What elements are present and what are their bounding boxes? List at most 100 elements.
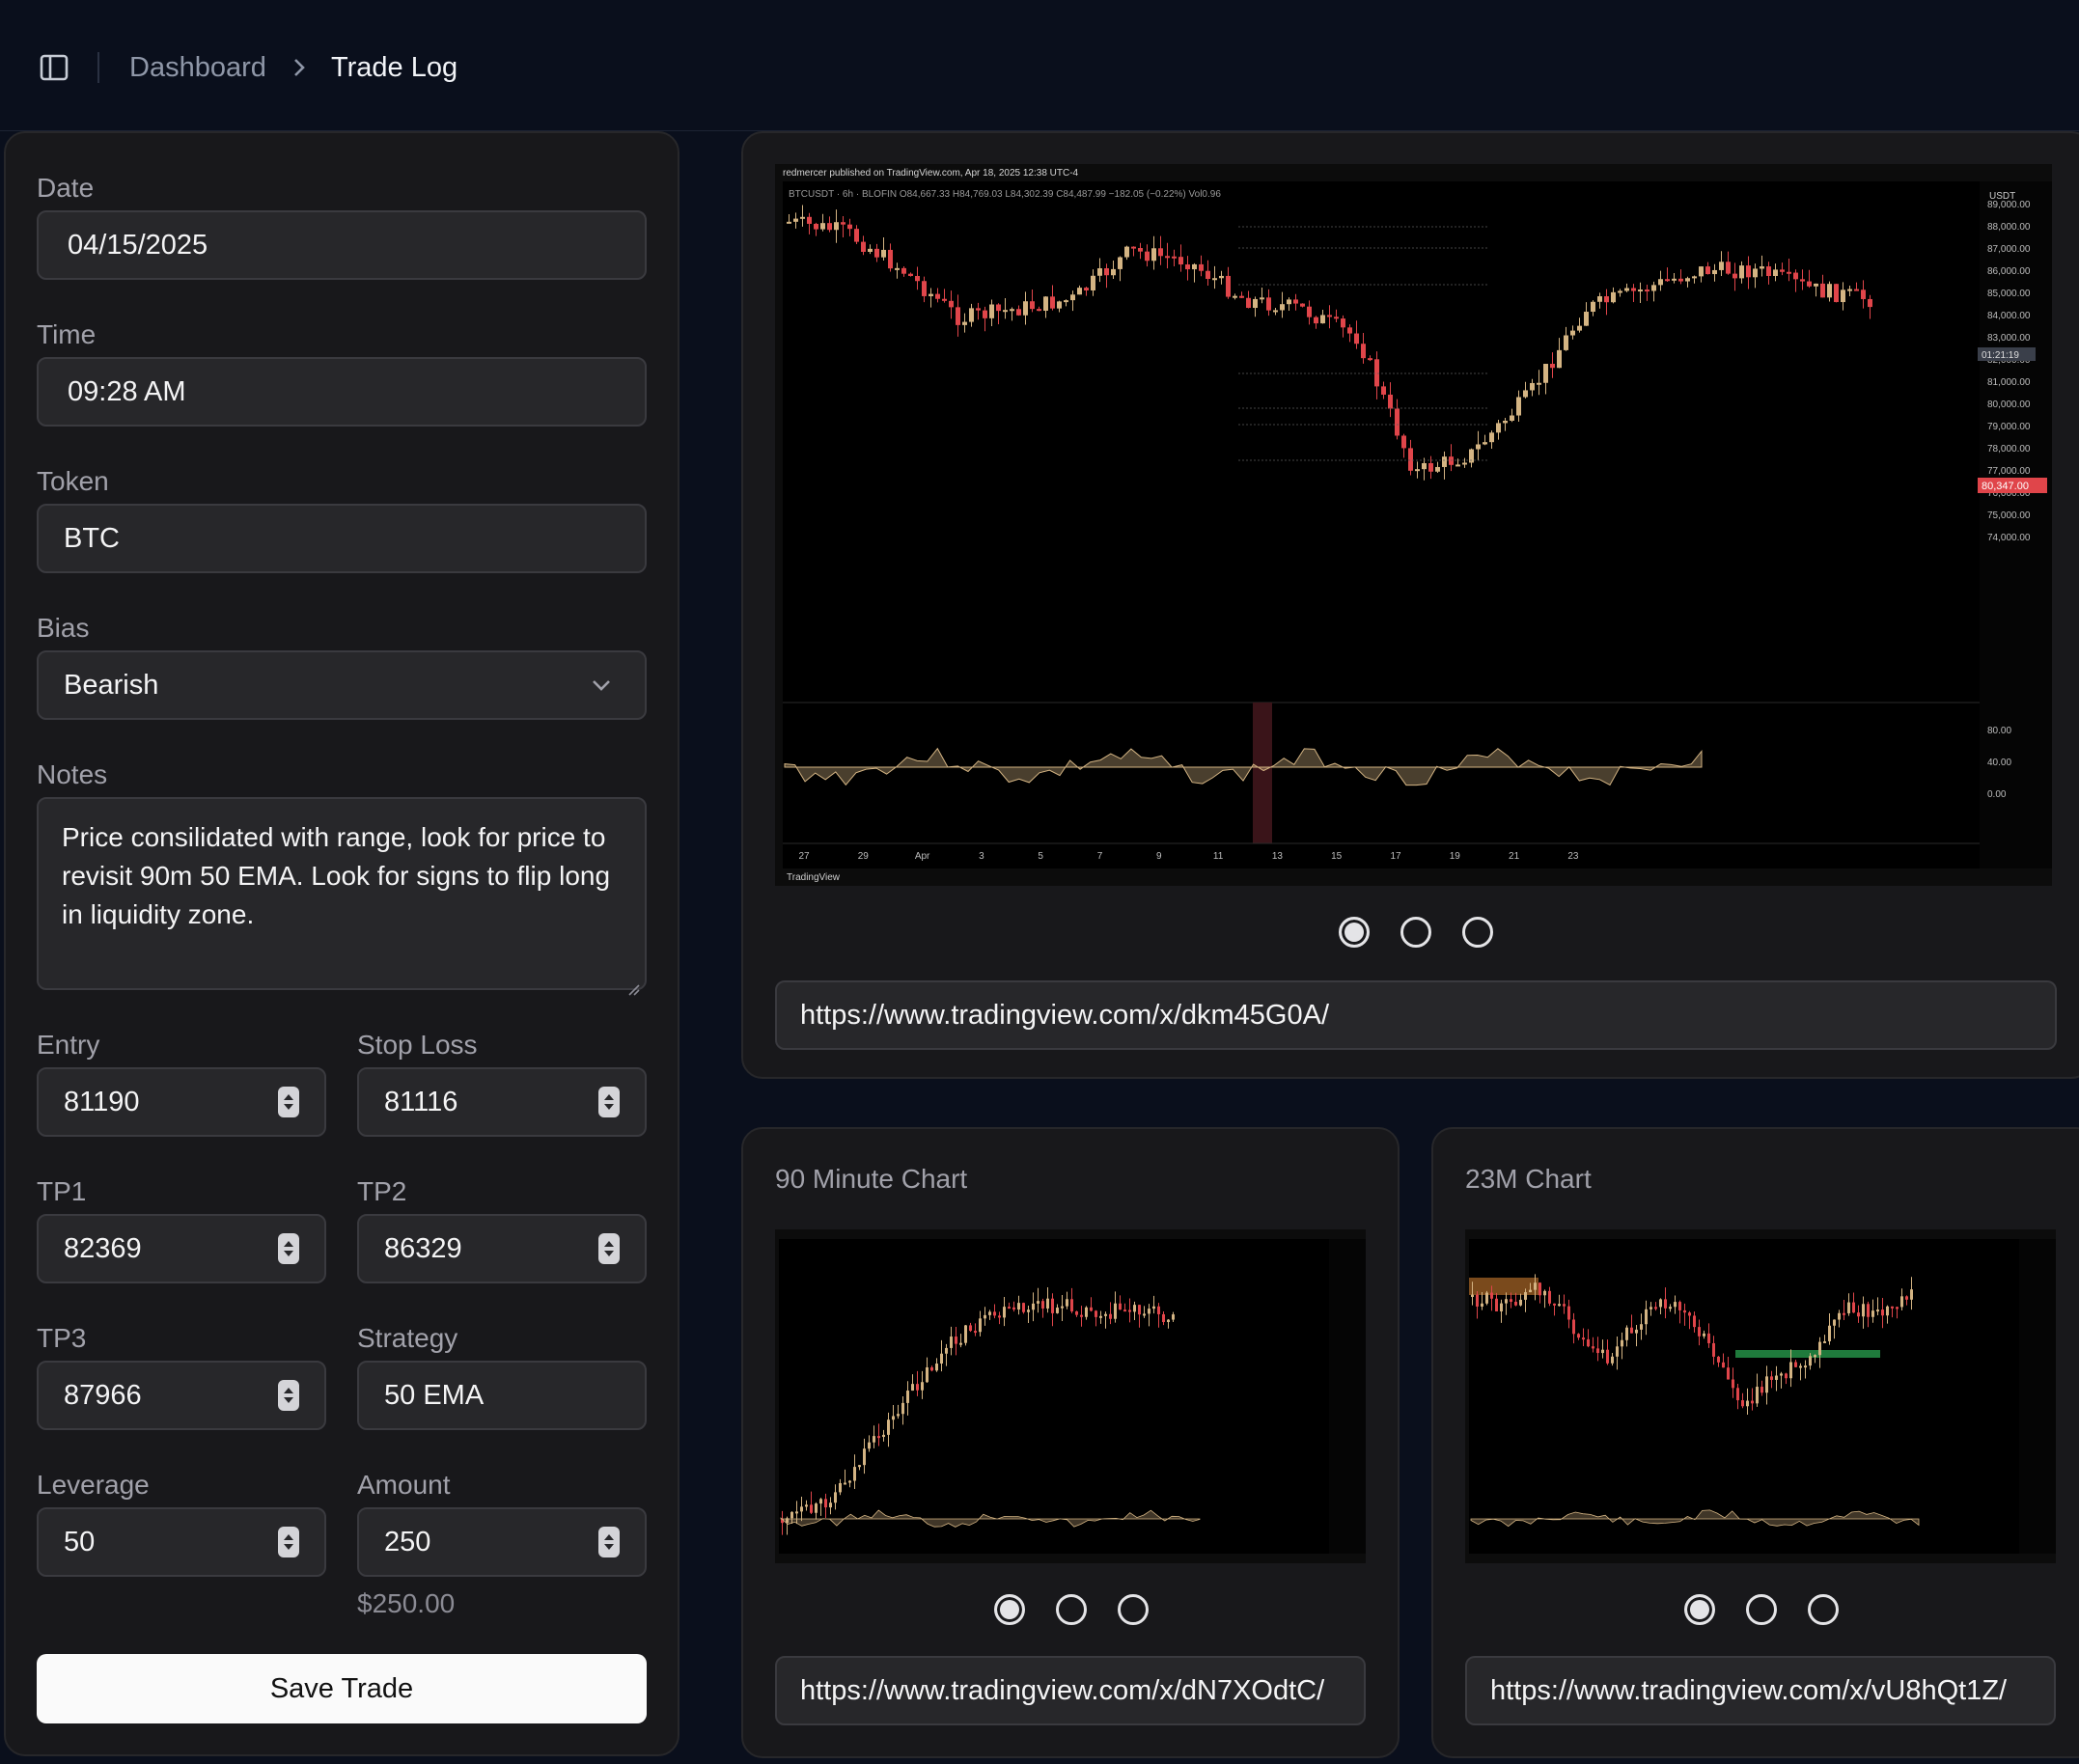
time-input[interactable]: 09:28 AM bbox=[37, 357, 647, 427]
stepper-icon[interactable] bbox=[598, 1087, 620, 1117]
candle-body bbox=[1138, 1305, 1141, 1315]
candle-body bbox=[1314, 317, 1318, 324]
candle-body bbox=[1896, 1307, 1899, 1309]
candle-body bbox=[1017, 1303, 1020, 1310]
candle-body bbox=[820, 223, 825, 230]
candle-body bbox=[1408, 448, 1413, 471]
token-input[interactable]: BTC bbox=[37, 504, 647, 573]
candle-body bbox=[1051, 1298, 1054, 1313]
pagination-dot-1[interactable] bbox=[1339, 917, 1370, 948]
stepper-icon[interactable] bbox=[598, 1233, 620, 1264]
save-trade-button[interactable]: Save Trade bbox=[37, 1654, 647, 1723]
chart-23-url-input[interactable]: https://www.tradingview.com/x/vU8hQt1Z/ bbox=[1465, 1656, 2056, 1725]
candle-body bbox=[1151, 248, 1156, 262]
chart-symbol-line: BTCUSDT · 6h · BLOFIN O84,667.33 H84,769… bbox=[789, 189, 1221, 200]
pagination-dot-3[interactable] bbox=[1118, 1594, 1149, 1625]
stepper-icon[interactable] bbox=[598, 1527, 620, 1557]
price-tick: 81,000.00 bbox=[1987, 377, 2031, 388]
time-tick: 13 bbox=[1272, 851, 1284, 862]
candle-body bbox=[1489, 432, 1494, 443]
candle-body bbox=[1077, 288, 1082, 295]
candle-body bbox=[1886, 1306, 1889, 1316]
tp2-input[interactable]: 86329 bbox=[357, 1214, 647, 1283]
main-chart-url: https://www.tradingview.com/x/dkm45G0A/ bbox=[800, 999, 1329, 1031]
candle-body bbox=[1104, 1313, 1107, 1316]
stop-loss-input[interactable]: 81116 bbox=[357, 1067, 647, 1137]
chart-90-url-input[interactable]: https://www.tradingview.com/x/dN7XOdtC/ bbox=[775, 1656, 1366, 1725]
candle-body bbox=[1587, 1338, 1590, 1347]
candle-body bbox=[1582, 1337, 1585, 1340]
candle-body bbox=[1651, 285, 1656, 291]
candle-body bbox=[827, 223, 832, 231]
chart-90-image[interactable] bbox=[775, 1229, 1366, 1563]
notes-label: Notes bbox=[37, 759, 108, 789]
main-chart-image[interactable]: redmercer published on TradingView.com, … bbox=[775, 164, 2052, 886]
stepper-icon[interactable] bbox=[278, 1380, 299, 1411]
candle-body bbox=[1172, 256, 1177, 259]
candle-body bbox=[1435, 466, 1440, 472]
candle-body bbox=[1152, 1306, 1155, 1309]
candle-body bbox=[1485, 1292, 1488, 1304]
candle-body bbox=[1148, 1309, 1150, 1314]
candle-body bbox=[1616, 1346, 1619, 1357]
breadcrumb-dashboard[interactable]: Dashboard bbox=[129, 50, 266, 85]
pagination-dot-2[interactable] bbox=[1056, 1594, 1087, 1625]
time-value: 09:28 AM bbox=[68, 375, 186, 407]
pagination-dot-1[interactable] bbox=[994, 1594, 1025, 1625]
tp1-value: 82369 bbox=[64, 1232, 142, 1264]
candle-body bbox=[1523, 390, 1528, 398]
candle-body bbox=[847, 224, 852, 230]
candle-body bbox=[800, 216, 805, 219]
pagination-dot-3[interactable] bbox=[1808, 1594, 1839, 1625]
strategy-input[interactable]: 50 EMA bbox=[357, 1361, 647, 1430]
candle-body bbox=[1157, 1306, 1160, 1314]
candle-body bbox=[1471, 1294, 1474, 1297]
candle-body bbox=[935, 1364, 938, 1371]
candle-body bbox=[1118, 257, 1123, 269]
bias-select[interactable]: Bearish bbox=[37, 650, 647, 720]
amount-input[interactable]: 250 bbox=[357, 1507, 647, 1577]
tp1-input[interactable]: 82369 bbox=[37, 1214, 326, 1283]
candle-body bbox=[1722, 1362, 1725, 1368]
candle-body bbox=[1862, 1304, 1865, 1317]
chart-23-image[interactable] bbox=[1465, 1229, 2056, 1563]
candle-body bbox=[1793, 272, 1798, 280]
sidebar-toggle-icon[interactable] bbox=[37, 50, 71, 85]
candle-body bbox=[945, 1347, 948, 1354]
resize-handle-icon[interactable] bbox=[625, 969, 641, 996]
pagination-dot-2[interactable] bbox=[1746, 1594, 1777, 1625]
entry-input[interactable]: 81190 bbox=[37, 1067, 326, 1137]
pagination-dot-3[interactable] bbox=[1462, 917, 1493, 948]
tp3-input[interactable]: 87966 bbox=[37, 1361, 326, 1430]
candle-body bbox=[1809, 1356, 1812, 1366]
candle-body bbox=[1206, 270, 1210, 280]
candle-body bbox=[1699, 266, 1704, 277]
candle-body bbox=[1280, 304, 1285, 311]
main-chart-url-input[interactable]: https://www.tradingview.com/x/dkm45G0A/ bbox=[775, 980, 2057, 1050]
strategy-label: Strategy bbox=[357, 1323, 458, 1353]
candle-body bbox=[1070, 1299, 1073, 1311]
tp3-value: 87966 bbox=[64, 1379, 142, 1411]
stepper-icon[interactable] bbox=[278, 1233, 299, 1264]
candle-body bbox=[1226, 275, 1231, 297]
candle-body bbox=[1727, 1367, 1730, 1380]
stepper-icon[interactable] bbox=[278, 1087, 299, 1117]
candle-body bbox=[1022, 1303, 1025, 1312]
price-tick: 74,000.00 bbox=[1987, 533, 2031, 543]
candle-body bbox=[901, 267, 906, 274]
candle-body bbox=[1834, 284, 1839, 303]
candle-body bbox=[1683, 1309, 1686, 1313]
leverage-input[interactable]: 50 bbox=[37, 1507, 326, 1577]
pagination-dot-1[interactable] bbox=[1684, 1594, 1715, 1625]
date-input[interactable]: 04/15/2025 bbox=[37, 210, 647, 280]
candle-body bbox=[1861, 289, 1866, 299]
candle-body bbox=[1760, 266, 1764, 269]
candle-body bbox=[1900, 1296, 1903, 1308]
candle-body bbox=[892, 1416, 895, 1420]
candle-body bbox=[1631, 288, 1636, 291]
price-tick: 83,000.00 bbox=[1987, 333, 2031, 344]
pagination-dot-2[interactable] bbox=[1400, 917, 1431, 948]
stepper-icon[interactable] bbox=[278, 1527, 299, 1557]
notes-textarea[interactable]: Price consilidated with range, look for … bbox=[37, 797, 647, 996]
chevron-down-icon bbox=[587, 671, 616, 700]
